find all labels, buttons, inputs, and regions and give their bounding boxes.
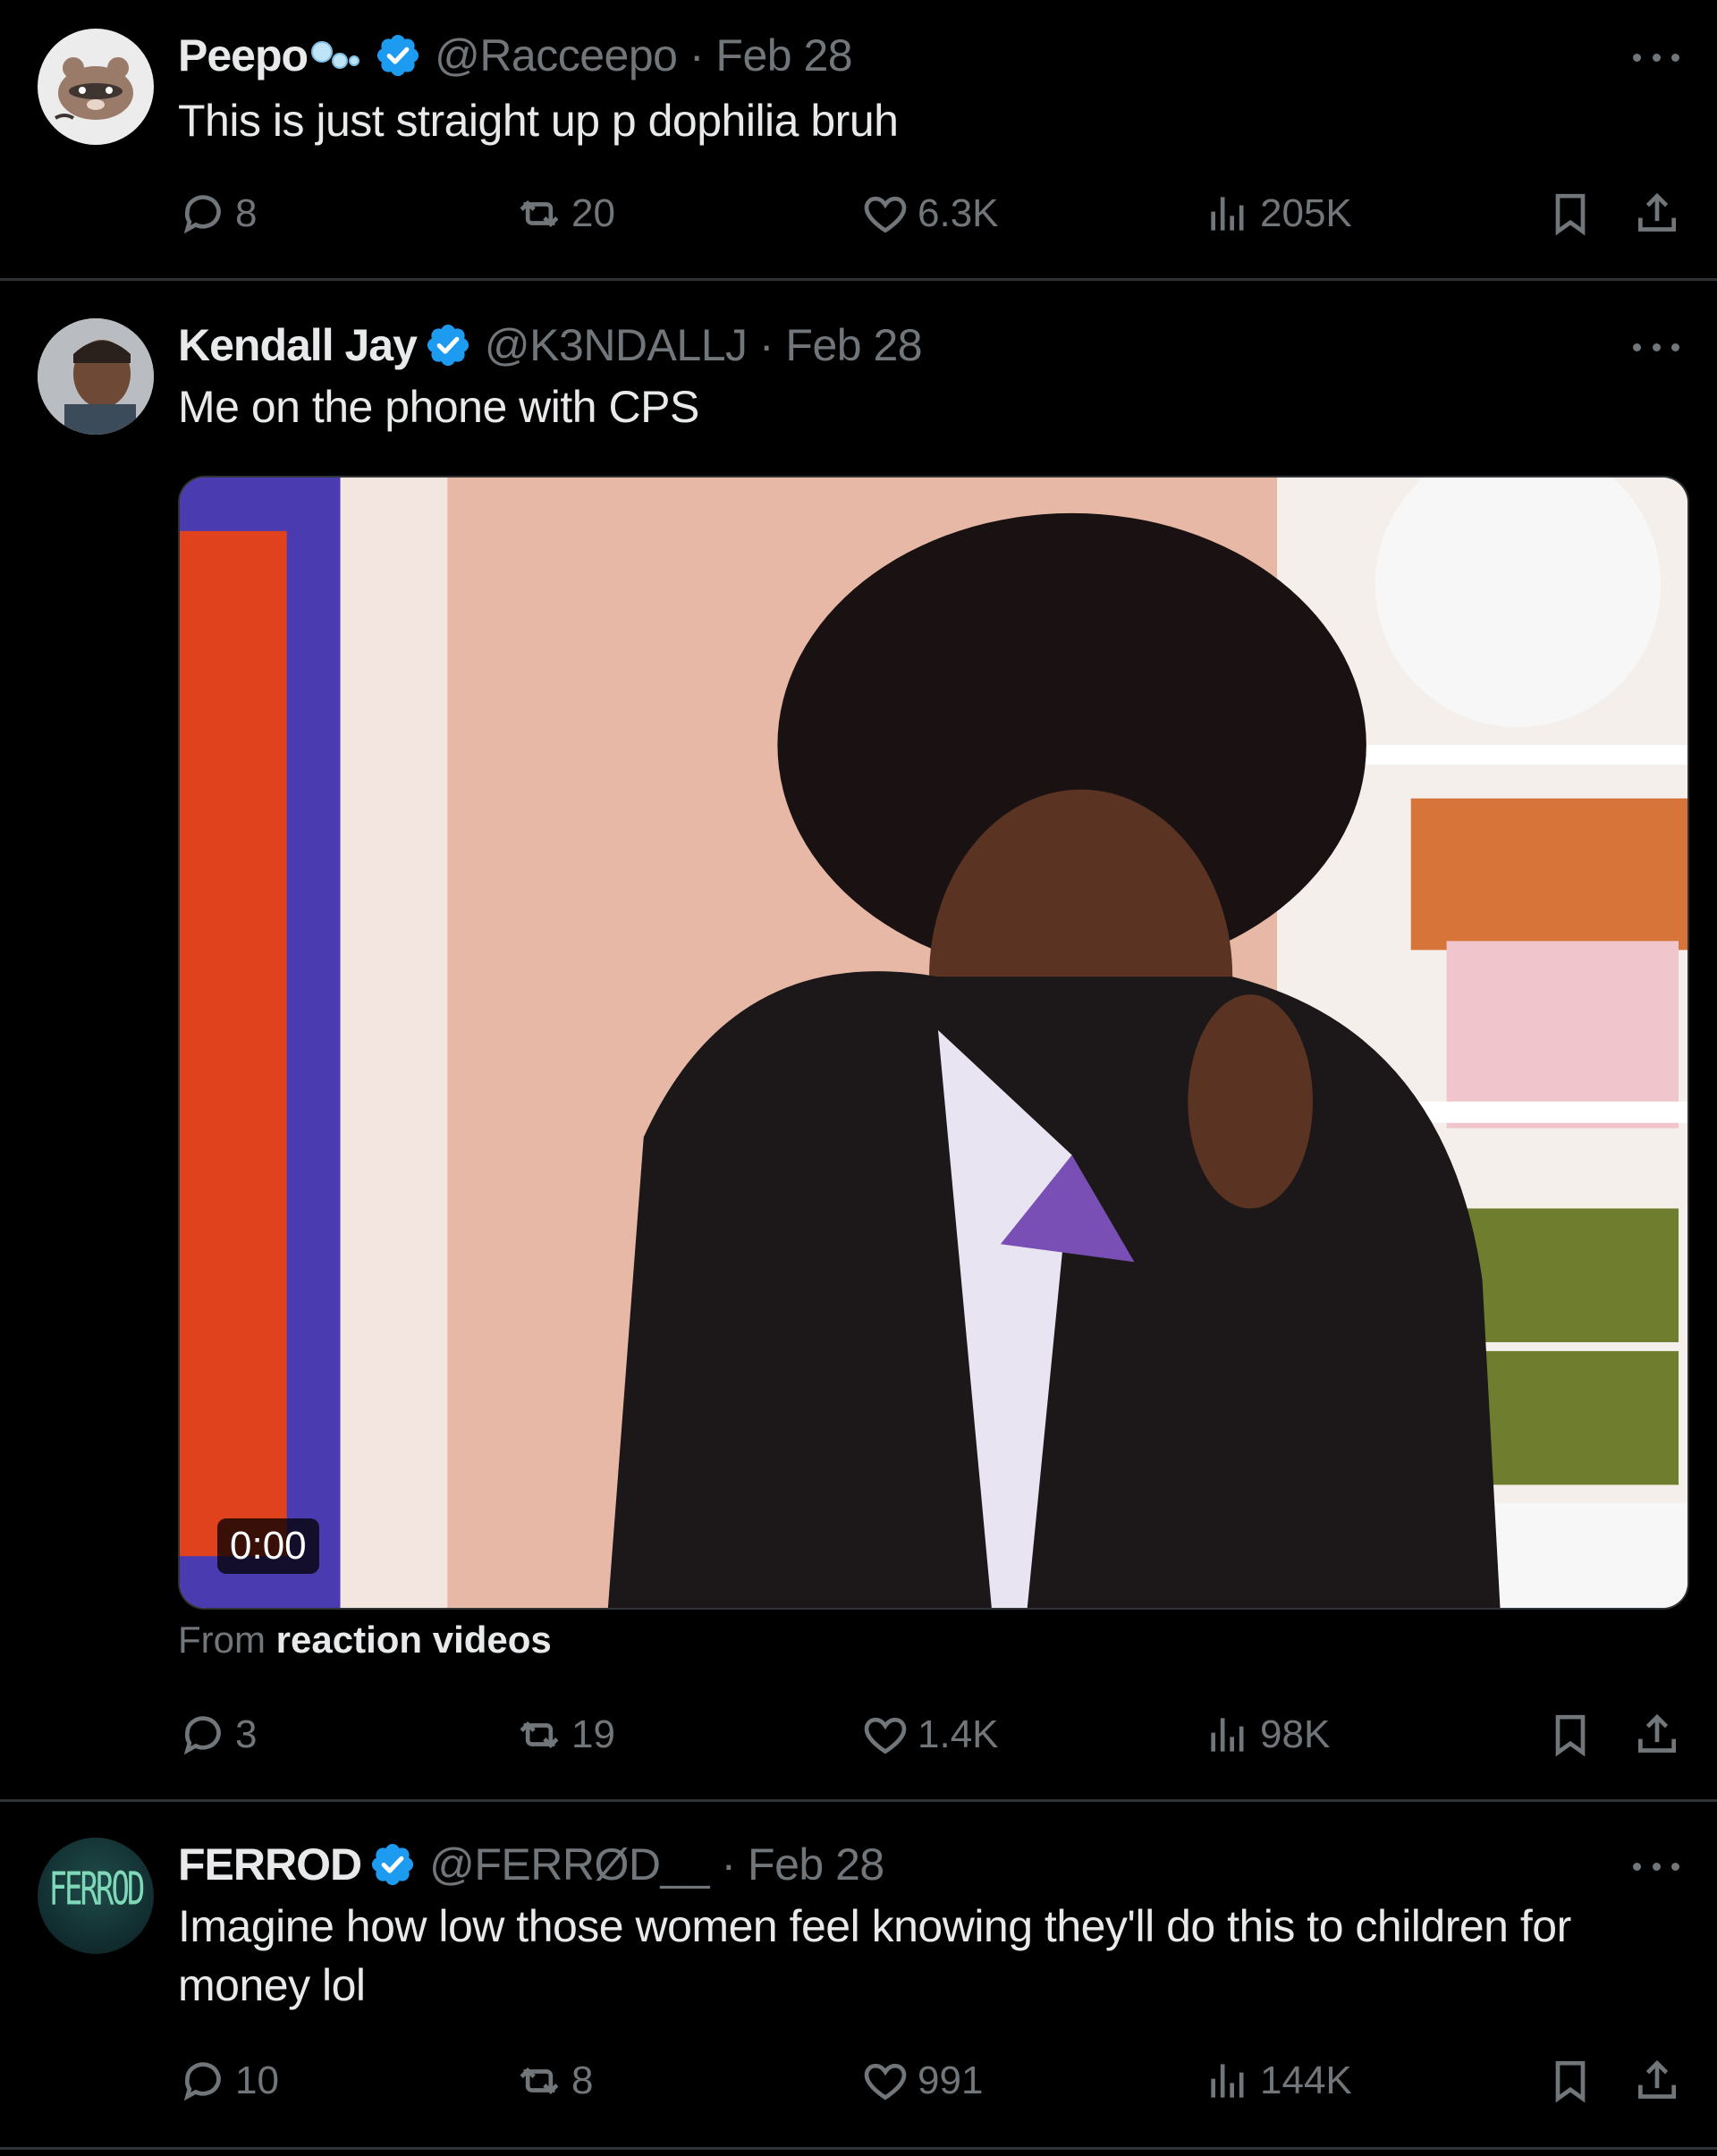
reply-button[interactable]: 10 — [178, 2050, 279, 2112]
like-button[interactable]: 6.3K — [860, 182, 999, 245]
tweet-2[interactable]: Kendall Jay @K3NDALLJ · Feb 28 Me on the… — [0, 281, 1717, 1802]
repost-icon — [514, 1710, 564, 1760]
share-icon — [1632, 2056, 1682, 2106]
display-name[interactable]: Peepo — [178, 30, 309, 81]
video-duration: 0:00 — [217, 1518, 319, 1574]
bookmark-icon — [1545, 2056, 1595, 2106]
repost-button[interactable]: 8 — [514, 2050, 593, 2112]
views-icon — [1203, 2056, 1253, 2106]
like-count: 1.4K — [918, 1712, 999, 1756]
profile-photo-icon — [38, 318, 154, 435]
share-button[interactable] — [1632, 2050, 1689, 2112]
handle-and-date[interactable]: @K3NDALLJ · Feb 28 — [485, 319, 923, 371]
view-count: 205K — [1260, 191, 1352, 235]
views-button[interactable]: 98K — [1203, 1704, 1330, 1766]
bubbles-icon — [311, 41, 360, 69]
bookmark-button[interactable] — [1545, 1704, 1603, 1766]
video-player[interactable]: 0:00 — [178, 476, 1689, 1610]
heart-icon — [860, 2056, 910, 2106]
share-button[interactable] — [1632, 182, 1689, 245]
reply-icon — [178, 1710, 228, 1760]
video-thumbnail — [180, 478, 1687, 1608]
display-name[interactable]: Kendall Jay — [178, 319, 418, 371]
share-button[interactable] — [1632, 1704, 1689, 1766]
display-name[interactable]: FERROD — [178, 1839, 362, 1890]
avatar[interactable]: FERROD — [38, 1838, 154, 1954]
bookmark-button[interactable] — [1545, 2050, 1603, 2112]
view-count: 98K — [1260, 1712, 1331, 1756]
tweet-header: Kendall Jay @K3NDALLJ · Feb 28 — [178, 318, 923, 372]
source-prefix: From — [178, 1619, 276, 1661]
bookmark-button[interactable] — [1545, 182, 1603, 245]
action-bar: 3 19 1.4K 98K — [178, 1704, 1689, 1766]
like-count: 991 — [918, 2059, 984, 2102]
more-options-icon[interactable] — [1633, 1857, 1679, 1875]
repost-button[interactable]: 19 — [514, 1704, 615, 1766]
like-button[interactable]: 1.4K — [860, 1704, 999, 1766]
view-count: 144K — [1260, 2059, 1352, 2102]
tweet-text: This is just straight up p dophilia bruh — [178, 96, 899, 146]
repost-icon — [514, 189, 564, 239]
repost-icon — [514, 2056, 564, 2106]
media-source[interactable]: From reaction videos — [178, 1619, 552, 1661]
action-bar: 10 8 991 144K — [178, 2050, 1689, 2112]
reply-count: 10 — [235, 2059, 279, 2102]
more-options-icon[interactable] — [1633, 48, 1679, 66]
source-name[interactable]: reaction videos — [276, 1619, 552, 1661]
reply-button[interactable]: 8 — [178, 182, 257, 245]
handle-and-date[interactable]: @Racceepo · Feb 28 — [435, 30, 853, 81]
verified-badge-icon — [424, 321, 472, 369]
reply-count: 3 — [235, 1712, 258, 1756]
tweet-header: FERROD @FERRØD__ · Feb 28 — [178, 1838, 884, 1891]
views-icon — [1203, 1710, 1253, 1760]
views-button[interactable]: 205K — [1203, 182, 1352, 245]
tweet-3[interactable]: FERROD FERROD @FERRØD__ · Feb 28 Imagine… — [0, 1802, 1717, 2150]
like-button[interactable]: 991 — [860, 2050, 983, 2112]
like-count: 6.3K — [918, 191, 999, 235]
repost-count: 8 — [571, 2059, 594, 2102]
heart-icon — [860, 189, 910, 239]
avatar-logo-text: FERROD — [48, 1863, 146, 1916]
views-icon — [1203, 189, 1253, 239]
tweet-header: Peepo @Racceepo · Feb 28 — [178, 29, 853, 82]
share-icon — [1632, 1710, 1682, 1760]
share-icon — [1632, 189, 1682, 239]
reply-icon — [178, 189, 228, 239]
tweet-text: Imagine how low those women feel knowing… — [178, 1901, 1571, 2010]
handle-and-date[interactable]: @FERRØD__ · Feb 28 — [429, 1839, 884, 1890]
more-options-icon[interactable] — [1633, 338, 1679, 356]
views-button[interactable]: 144K — [1203, 2050, 1352, 2112]
raccoon-avatar-icon — [54, 57, 133, 120]
reply-icon — [178, 2056, 228, 2106]
avatar[interactable] — [38, 29, 154, 145]
repost-count: 19 — [571, 1712, 615, 1756]
reply-count: 8 — [235, 191, 258, 235]
repost-button[interactable]: 20 — [514, 182, 615, 245]
bookmark-icon — [1545, 189, 1595, 239]
heart-icon — [860, 1710, 910, 1760]
action-bar: 8 20 6.3K 205K — [178, 182, 1689, 245]
repost-count: 20 — [571, 191, 615, 235]
verified-badge-icon — [374, 31, 422, 80]
tweet-text: Me on the phone with CPS — [178, 382, 699, 432]
reply-button[interactable]: 3 — [178, 1704, 257, 1766]
avatar[interactable] — [38, 318, 154, 435]
bookmark-icon — [1545, 1710, 1595, 1760]
verified-badge-icon — [368, 1840, 417, 1889]
tweet-1[interactable]: Peepo @Racceepo · Feb 28 This is just st… — [0, 0, 1717, 281]
